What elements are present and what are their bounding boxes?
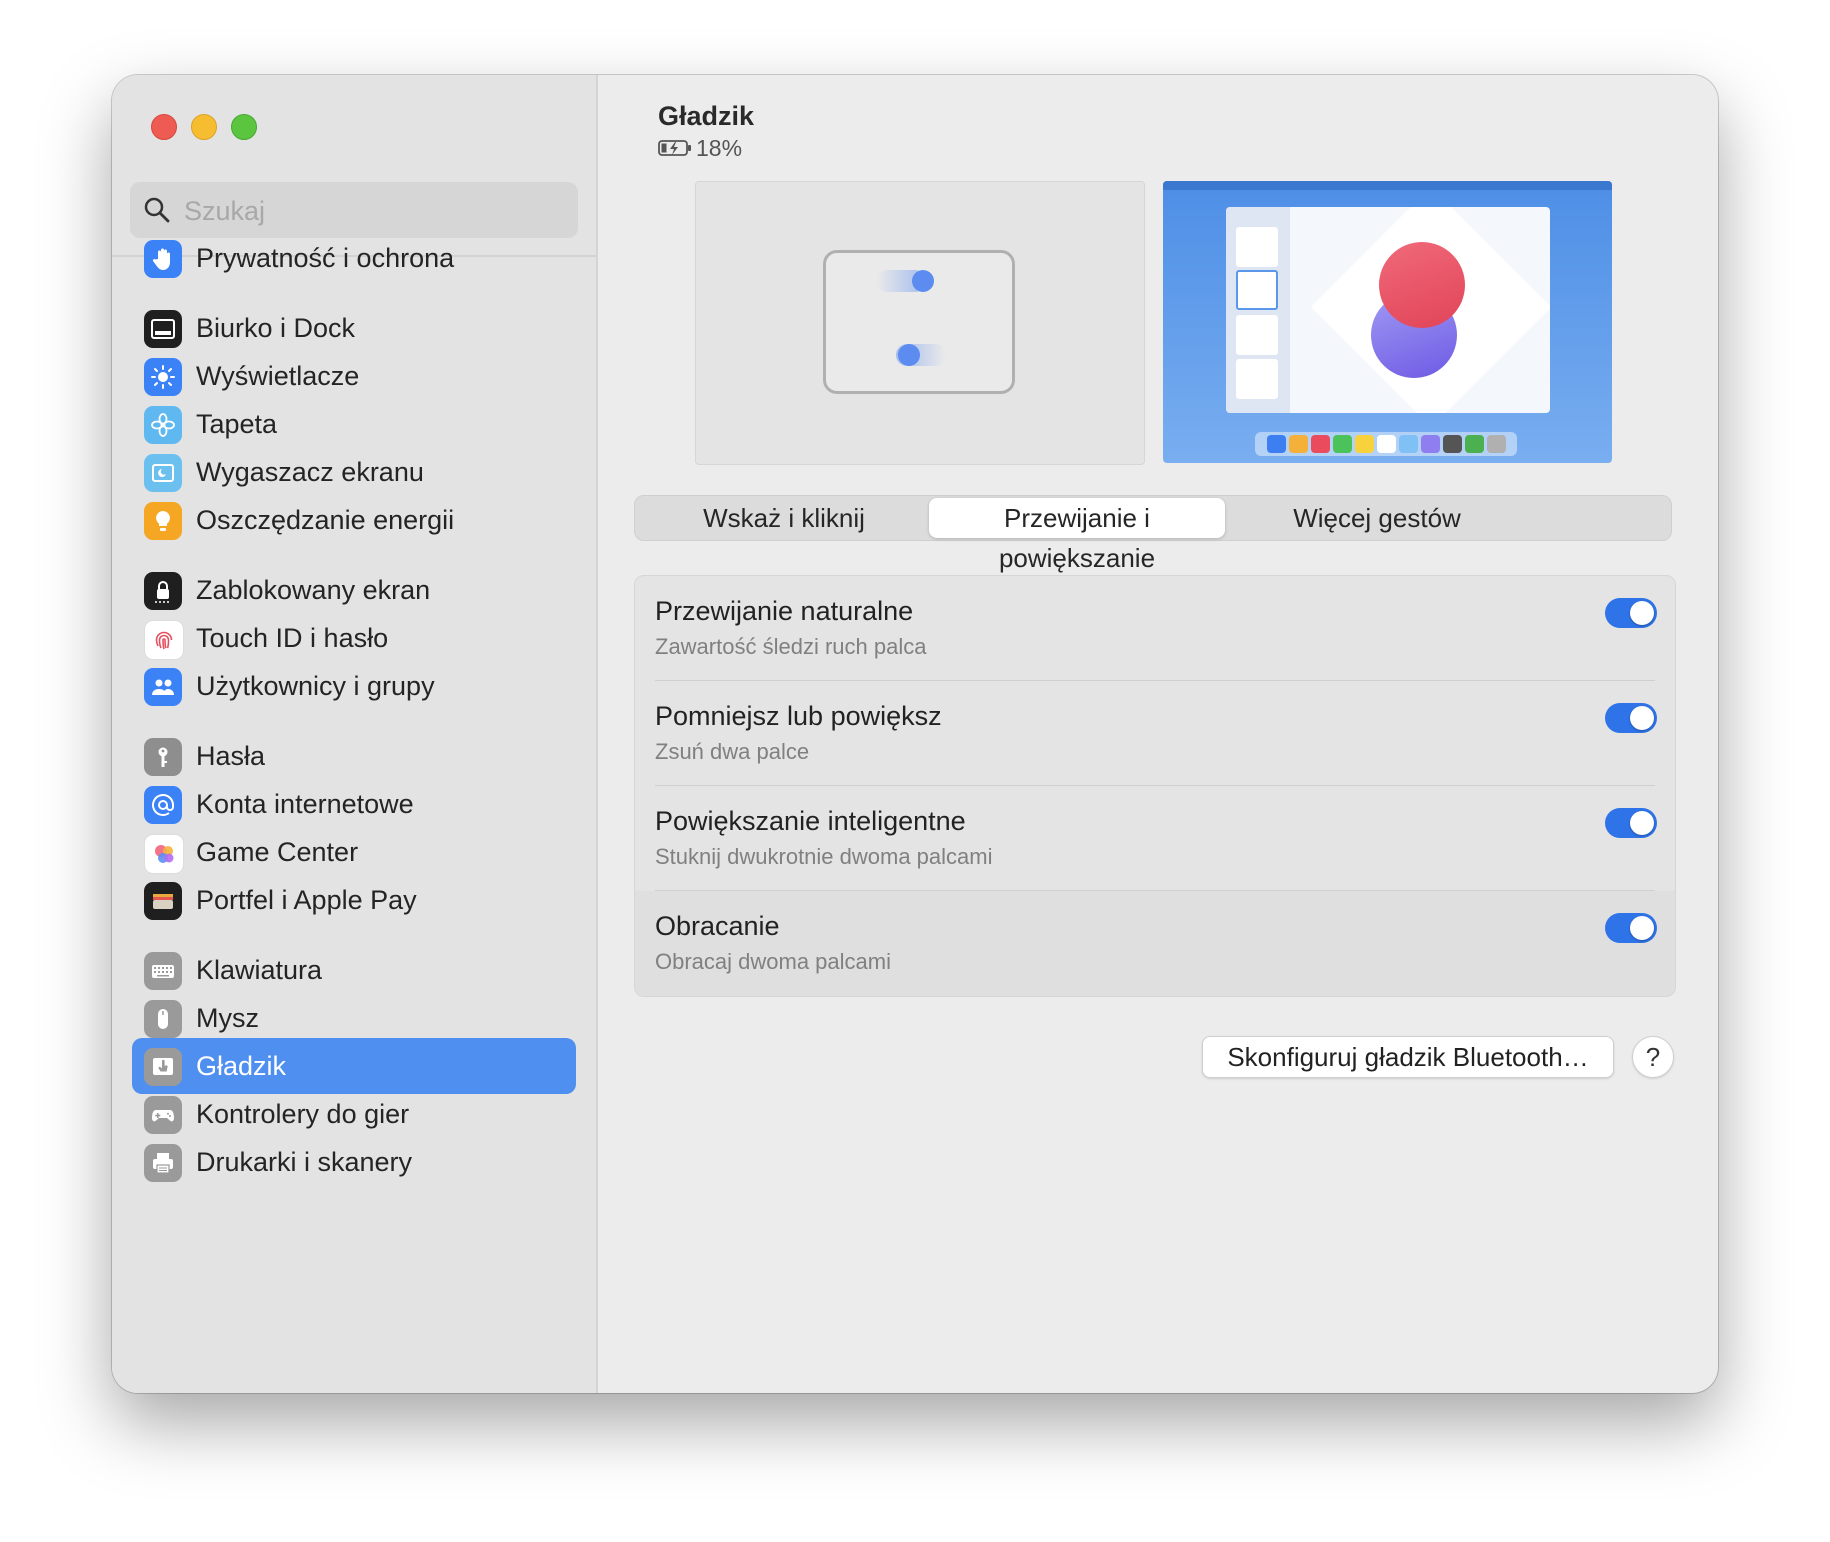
toggle-knob: [1630, 601, 1654, 625]
preview-thumbnail: [1236, 315, 1278, 355]
finger-dot: [912, 270, 934, 292]
dock-app-icon: [1486, 435, 1506, 453]
preview-thumbnail: [1236, 270, 1278, 310]
sidebar-item-label: Prywatność i ochrona: [196, 243, 455, 273]
toggle-knob: [1630, 811, 1654, 835]
zoom-toggle[interactable]: [1605, 703, 1657, 733]
sidebar-item-label: Drukarki i skanery: [196, 1147, 413, 1177]
lock-icon: [144, 572, 182, 610]
dock-app-icon: [1354, 435, 1374, 453]
smart-zoom-toggle[interactable]: [1605, 808, 1657, 838]
gamepad-icon: [144, 1096, 182, 1134]
close-button[interactable]: [151, 114, 177, 140]
dock-app-icon: [1310, 435, 1330, 453]
dock-app-icon: [1464, 435, 1484, 453]
gesture-screen-preview: [1163, 181, 1612, 463]
zoom-button[interactable]: [231, 114, 257, 140]
sun-icon: [144, 358, 182, 396]
printer-icon: [144, 1144, 182, 1182]
flower-icon: [144, 406, 182, 444]
sidebar-item-wallet[interactable]: Portfel i Apple Pay: [132, 872, 576, 928]
menu-bar: [1163, 181, 1612, 190]
sidebar-item-label: Użytkownicy i grupy: [196, 671, 435, 701]
setting-subtitle: Stuknij dwukrotnie dwoma palcami: [655, 844, 993, 869]
setting-title: Przewijanie naturalne: [655, 596, 914, 626]
preview-thumbnail: [1236, 227, 1278, 267]
sidebar-item-users[interactable]: Użytkownicy i grupy: [132, 658, 576, 714]
natural-scrolling-toggle[interactable]: [1605, 598, 1657, 628]
preview-red-circle: [1379, 242, 1465, 328]
dock-app-icon: [1398, 435, 1418, 453]
setup-bluetooth-trackpad-button[interactable]: Skonfiguruj gładzik Bluetooth…: [1202, 1036, 1614, 1078]
page-title: Gładzik: [658, 101, 755, 131]
setting-row-natural-scrolling: Przewijanie naturalne Zawartość śledzi r…: [635, 576, 1675, 681]
sidebar-item-label: Portfel i Apple Pay: [196, 885, 417, 915]
dock-app-icon: [1376, 435, 1396, 453]
toggle-knob: [1630, 706, 1654, 730]
minimize-button[interactable]: [191, 114, 217, 140]
setting-subtitle: Obracaj dwoma palcami: [655, 949, 891, 974]
battery-percent: 18%: [696, 134, 743, 161]
sidebar-item-printers[interactable]: Drukarki i skanery: [132, 1134, 576, 1190]
tab-scroll-and-zoom[interactable]: Przewijanie i powiększanie: [929, 498, 1225, 573]
rotate-toggle[interactable]: [1605, 913, 1657, 943]
dock-app-icon: [1420, 435, 1440, 453]
preview-sidebar: [1226, 207, 1290, 413]
fingerprint-icon: [144, 620, 184, 660]
tab-point-and-click[interactable]: Wskaż i kliknij: [639, 498, 929, 538]
users-icon: [144, 668, 182, 706]
wallet-icon: [144, 882, 182, 920]
key-icon: [144, 738, 182, 776]
tab-bar: Wskaż i kliknij Przewijanie i powiększan…: [634, 495, 1672, 573]
dock-app-icon: [1288, 435, 1308, 453]
setting-title: Powiększanie inteligentne: [655, 806, 966, 836]
setting-title: Pomniejsz lub powiększ: [655, 701, 942, 731]
dock-app-icon: [1332, 435, 1352, 453]
dock-app-icon: [1266, 435, 1286, 453]
keyboard-icon: [144, 952, 182, 990]
sidebar-item-label: Oszczędzanie energii: [196, 505, 455, 535]
help-button[interactable]: ?: [1632, 1036, 1674, 1078]
setting-subtitle: Zawartość śledzi ruch palca: [655, 634, 927, 659]
sidebar: Prywatność i ochrona Biurko i Dock Wyświ…: [112, 75, 598, 1393]
mouse-icon: [144, 1000, 182, 1038]
preview-window: [1226, 207, 1550, 413]
game-center-icon: [144, 834, 184, 874]
screensaver-icon: [144, 454, 182, 492]
setting-row-smart-zoom: Powiększanie inteligentne Stuknij dwukro…: [635, 786, 1675, 891]
trackpad-icon: [144, 1048, 182, 1086]
bulb-icon: [144, 502, 182, 540]
sidebar-item-privacy[interactable]: Prywatność i ochrona: [132, 230, 576, 286]
trackpad-illustration: [823, 250, 1015, 394]
battery-status: 18%: [658, 133, 742, 163]
gesture-trackpad-preview: [695, 181, 1145, 465]
toggle-knob: [1630, 916, 1654, 940]
settings-list: Przewijanie naturalne Zawartość śledzi r…: [634, 575, 1676, 997]
finger-dot: [898, 344, 920, 366]
main-pane: Gładzik 18% Wskaż i kliknij Przewijanie …: [598, 75, 1718, 1393]
setting-subtitle: Zsuń dwa palce: [655, 739, 810, 764]
preview-thumbnail: [1236, 359, 1278, 399]
search-icon: [144, 197, 170, 223]
at-icon: [144, 786, 182, 824]
tab-more-gestures[interactable]: Więcej gestów: [1229, 498, 1525, 538]
preview-dock: [1255, 432, 1517, 456]
settings-window: Prywatność i ochrona Biurko i Dock Wyświ…: [112, 75, 1718, 1393]
battery-charging-icon: [658, 140, 691, 156]
dock-icon: [144, 310, 182, 348]
setting-title: Obracanie: [655, 911, 780, 941]
dock-app-icon: [1442, 435, 1462, 453]
setting-row-zoom: Pomniejsz lub powiększ Zsuń dwa palce: [635, 681, 1675, 786]
hand-icon: [144, 240, 182, 278]
sidebar-item-energy[interactable]: Oszczędzanie energii: [132, 492, 576, 548]
setting-row-rotate: Obracanie Obracaj dwoma palcami: [635, 891, 1675, 996]
